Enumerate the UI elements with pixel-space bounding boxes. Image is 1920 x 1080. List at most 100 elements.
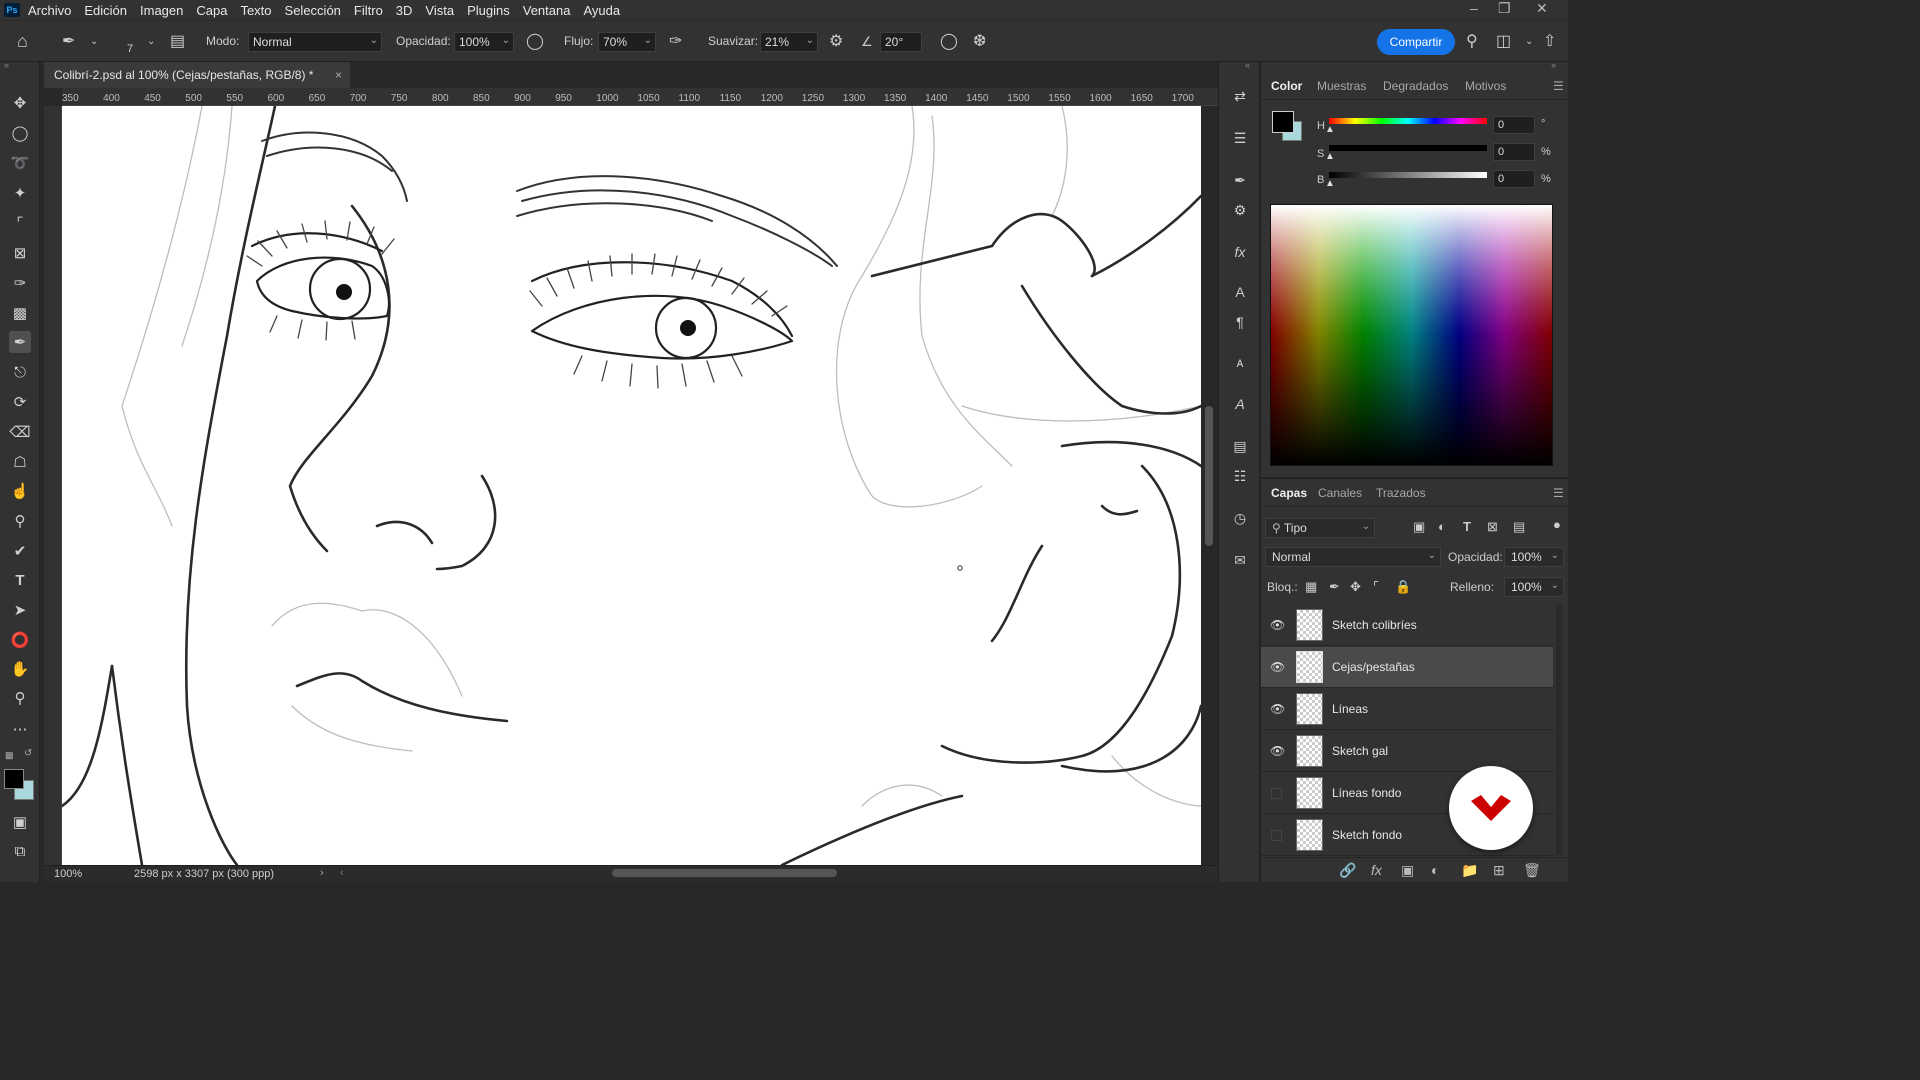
visibility-eye-icon[interactable]: 👁 xyxy=(1270,660,1285,674)
eyedropper-tool-icon[interactable]: ✑ xyxy=(9,272,31,294)
zoom-tool-icon[interactable]: ⚲ xyxy=(9,687,31,709)
visibility-eye-icon[interactable]: 👁 xyxy=(1270,744,1285,758)
brush-size-chevron-icon[interactable]: ⌄ xyxy=(147,36,155,47)
chevron-down-icon[interactable]: ⌄ xyxy=(90,36,98,47)
layer-style-fx-icon[interactable]: fx xyxy=(1371,862,1382,878)
opacity-input[interactable]: 100% ⌄ xyxy=(454,32,514,52)
layer-name[interactable]: Sketch gal xyxy=(1332,744,1388,758)
panel-menu-icon[interactable]: ☰ xyxy=(1553,486,1564,500)
styles-panel-icon[interactable]: fx xyxy=(1230,242,1250,262)
pen-tool-icon[interactable]: ✔ xyxy=(9,540,31,562)
layer-filter-select[interactable]: ⚲ Tipo ⌄ xyxy=(1265,518,1375,538)
foreground-color-swatch[interactable] xyxy=(4,769,24,789)
history-clock-icon[interactable]: ◷ xyxy=(1230,508,1250,528)
vertical-scrollbar-thumb[interactable] xyxy=(1205,406,1213,546)
symmetry-icon[interactable]: ❆ xyxy=(973,31,986,51)
horizontal-scrollbar-thumb[interactable] xyxy=(612,869,837,877)
eraser-tool-icon[interactable]: ⌫ xyxy=(9,421,31,443)
new-layer-icon[interactable]: ⊞ xyxy=(1493,862,1505,879)
history-brush-tool-icon[interactable]: ⟳ xyxy=(9,391,31,413)
home-icon[interactable]: ⌂ xyxy=(17,31,28,52)
tab-canales[interactable]: Canales xyxy=(1318,486,1362,500)
filter-pixel-icon[interactable]: ▣ xyxy=(1413,519,1425,535)
workspace-icon[interactable]: ◫ xyxy=(1496,31,1511,51)
adjustment-layer-icon[interactable]: ◐ xyxy=(1431,862,1439,878)
layer-name[interactable]: Cejas/pestañas xyxy=(1332,660,1415,674)
comments-panel-icon[interactable]: ✉ xyxy=(1230,550,1250,570)
more-tools-icon[interactable]: ⋯ xyxy=(9,718,31,740)
lock-artboard-icon[interactable]: ⌜ xyxy=(1373,579,1379,595)
brightness-input[interactable]: 0 xyxy=(1493,170,1535,188)
type-tool-icon[interactable]: T xyxy=(9,569,31,591)
menu-filtro[interactable]: Filtro xyxy=(354,3,383,18)
fill-input[interactable]: 100% ⌄ xyxy=(1504,577,1564,597)
default-colors-icon[interactable]: ▩ xyxy=(5,750,14,761)
character-panel-icon[interactable]: A xyxy=(1230,282,1250,302)
filter-type-icon[interactable]: T xyxy=(1463,519,1471,534)
screen-mode-icon[interactable]: ⧉ xyxy=(9,840,31,862)
quick-mask-icon[interactable]: ▣ xyxy=(9,811,31,833)
color-spectrum[interactable] xyxy=(1270,204,1553,466)
saturation-input[interactable]: 0 xyxy=(1493,143,1535,161)
libraries-panel-icon[interactable]: ▤ xyxy=(1230,436,1250,456)
filter-shape-icon[interactable]: ⊠ xyxy=(1487,519,1498,535)
pressure-opacity-icon[interactable]: ◯ xyxy=(526,31,544,51)
gear-icon[interactable]: ⚙ xyxy=(829,31,843,51)
tab-capas[interactable]: Capas xyxy=(1271,486,1307,500)
document-tab[interactable]: Colibrí-2.psd al 100% (Cejas/pestañas, R… xyxy=(44,62,350,88)
layer-name[interactable]: Sketch colibríes xyxy=(1332,618,1417,632)
tab-trazados[interactable]: Trazados xyxy=(1376,486,1426,500)
brightness-slider[interactable] xyxy=(1329,172,1487,178)
marquee-tool-icon[interactable]: ◯ xyxy=(9,122,31,144)
swap-colors-icon[interactable]: ↺ xyxy=(24,748,32,759)
clone-stamp-tool-icon[interactable]: ⎋ xyxy=(9,361,31,383)
chevron-right-icon[interactable]: › xyxy=(320,867,324,879)
visibility-eye-icon[interactable]: 👁 xyxy=(1270,702,1285,716)
paint-bucket-tool-icon[interactable]: ☖ xyxy=(9,451,31,473)
menu-plugins[interactable]: Plugins xyxy=(467,3,510,18)
lock-all-icon[interactable]: 🔒 xyxy=(1395,579,1411,595)
hue-slider-handle[interactable]: ▲ xyxy=(1325,124,1335,135)
vertical-scrollbar[interactable] xyxy=(1201,106,1218,866)
glyphs-panel-icon[interactable]: ᴀ xyxy=(1230,352,1250,372)
lock-position-icon[interactable]: ✥ xyxy=(1350,579,1361,595)
menu-ayuda[interactable]: Ayuda xyxy=(583,3,620,18)
brush-preset-icon[interactable]: ✒ xyxy=(62,31,75,51)
paragraph-panel-icon[interactable]: ¶ xyxy=(1230,312,1250,332)
brush-tool-icon[interactable]: ✒ xyxy=(9,331,31,353)
zoom-level[interactable]: 100% xyxy=(54,868,82,880)
menu-edicion[interactable]: Edición xyxy=(84,3,127,18)
layer-row[interactable]: 👁 Sketch gal xyxy=(1261,731,1553,772)
airbrush-icon[interactable]: ✑ xyxy=(669,31,682,51)
brightness-slider-handle[interactable]: ▲ xyxy=(1325,178,1335,189)
properties-panel-icon[interactable]: ⚙ xyxy=(1230,200,1250,220)
tab-muestras[interactable]: Muestras xyxy=(1317,79,1366,93)
add-mask-icon[interactable]: ▣ xyxy=(1401,862,1414,879)
chevron-left-icon[interactable]: ‹ xyxy=(340,867,344,879)
layer-row[interactable]: 👁 Cejas/pestañas xyxy=(1261,647,1553,688)
hand-tool-icon[interactable]: ✋ xyxy=(9,658,31,680)
minimize-icon[interactable]: – xyxy=(1470,0,1478,16)
lock-transparent-icon[interactable]: ▦ xyxy=(1305,579,1317,595)
smudge-tool-icon[interactable]: ☝ xyxy=(9,480,31,502)
panel-menu-icon[interactable]: ☰ xyxy=(1553,79,1564,93)
menu-archivo[interactable]: Archivo xyxy=(28,3,71,18)
search-icon[interactable]: ⚲ xyxy=(1466,31,1478,51)
delete-layer-icon[interactable]: 🗑 xyxy=(1523,862,1541,879)
collapse-arrows-icon[interactable]: » xyxy=(4,60,9,70)
adjustments-panel-icon[interactable]: ☰ xyxy=(1230,128,1250,148)
layer-row[interactable]: 👁 Sketch colibríes xyxy=(1261,605,1553,646)
lock-image-icon[interactable]: ✒ xyxy=(1329,579,1340,595)
mode-select[interactable]: Normal ⌄ xyxy=(248,32,382,52)
new-group-icon[interactable]: 📁 xyxy=(1461,862,1478,879)
filter-adjustment-icon[interactable]: ◐ xyxy=(1438,519,1446,534)
visibility-toggle-empty[interactable] xyxy=(1271,830,1282,841)
close-tab-icon[interactable]: × xyxy=(335,68,342,82)
layer-name[interactable]: Sketch fondo xyxy=(1332,828,1402,842)
brush-settings-icon[interactable]: ✒ xyxy=(1230,170,1250,190)
layer-opacity-input[interactable]: 100% ⌄ xyxy=(1504,547,1564,567)
menu-imagen[interactable]: Imagen xyxy=(140,3,183,18)
history-panel-icon[interactable]: ⇄ xyxy=(1230,86,1250,106)
hue-slider[interactable] xyxy=(1329,118,1487,124)
layer-name[interactable]: Líneas fondo xyxy=(1332,786,1401,800)
